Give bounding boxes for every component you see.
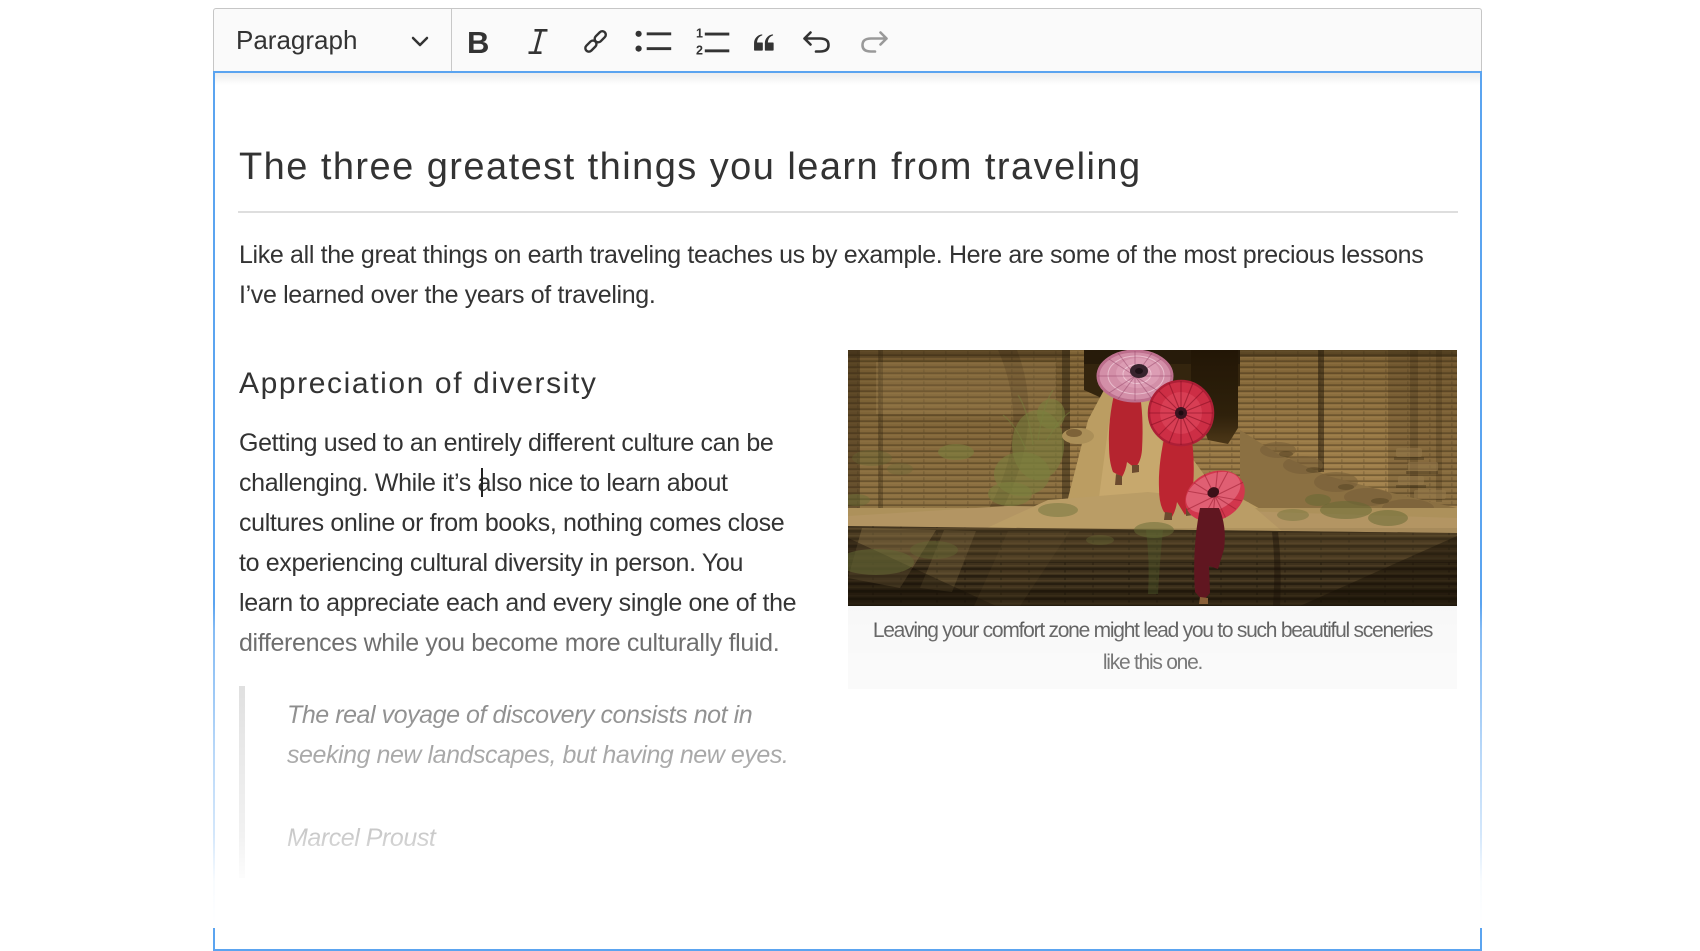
svg-text:1: 1 (696, 27, 703, 41)
svg-text:2: 2 (696, 44, 703, 56)
